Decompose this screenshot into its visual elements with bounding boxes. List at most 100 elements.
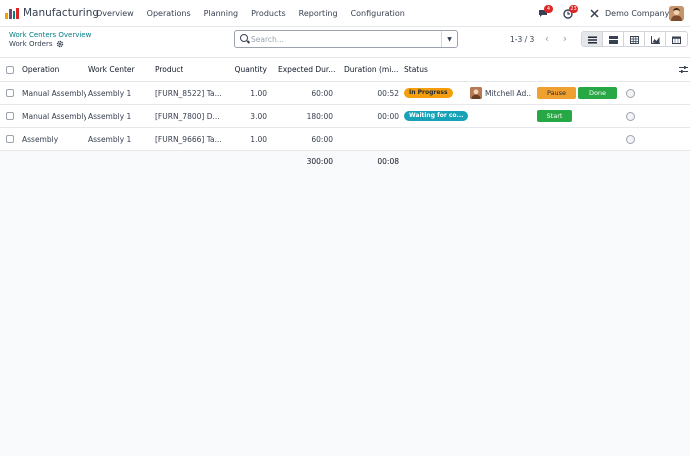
pivot-icon: [629, 35, 639, 44]
kanban-icon: [608, 35, 618, 44]
cell-quantity: 1.00: [250, 134, 267, 144]
menu-item-products[interactable]: Products: [251, 9, 286, 18]
list-icon: [587, 36, 597, 43]
cell-status: In Progress: [404, 82, 453, 104]
status-badge: In Progress: [404, 88, 453, 98]
view-pivot-button[interactable]: [624, 32, 645, 46]
menu-item-overview[interactable]: Overview: [96, 9, 134, 18]
chevron-right-icon: ›: [562, 32, 568, 45]
status-badge: Waiting for co...: [404, 111, 469, 121]
total-expected-duration: 300:00: [306, 156, 333, 166]
cell-duration: [344, 128, 399, 150]
activities-badge: 23: [569, 4, 578, 13]
messages-badge: 4: [544, 5, 553, 13]
row-checkbox[interactable]: [6, 105, 14, 127]
search-options-toggle[interactable]: ▼: [441, 31, 457, 47]
caret-down-icon: ▼: [447, 35, 452, 43]
pager-value[interactable]: 1-3 / 3: [510, 35, 534, 44]
column-header-duration[interactable]: Duration (mi...: [344, 58, 400, 81]
start-button[interactable]: Start: [537, 110, 572, 122]
cell-product: [FURN_9666] Ta...: [155, 134, 222, 144]
column-header-expected-duration[interactable]: Expected Dur...: [278, 58, 338, 81]
cell-product: [FURN_8522] Ta...: [155, 88, 222, 98]
cell-duration: 00:52: [377, 88, 399, 98]
switch-company-button[interactable]: [590, 0, 599, 27]
table-row[interactable]: Assembly Assembly 1 [FURN_9666] Ta... 1.…: [0, 128, 690, 151]
column-header-operation[interactable]: Operation: [22, 58, 59, 81]
total-duration: 00:08: [377, 156, 399, 166]
cell-operation: Assembly: [22, 134, 59, 144]
menu-item-reporting[interactable]: Reporting: [299, 9, 338, 18]
pager-previous[interactable]: ‹: [540, 32, 554, 46]
cell-expected-duration: 60:00: [311, 134, 333, 144]
column-header-quantity[interactable]: Quantity: [226, 58, 267, 81]
row-checkbox[interactable]: [6, 128, 14, 150]
chevron-left-icon: ‹: [544, 32, 550, 45]
view-kanban-button[interactable]: [603, 32, 624, 46]
gear-icon[interactable]: [56, 40, 64, 48]
cell-worker: Mitchell Ad...: [470, 82, 532, 104]
cell-work-center: Assembly 1: [88, 88, 132, 98]
cell-status: Waiting for co...: [404, 105, 469, 127]
work-orders-table: Operation Work Center Product Quantity E…: [0, 58, 690, 171]
search-input[interactable]: [251, 33, 431, 45]
priority-toggle[interactable]: [626, 88, 635, 98]
cell-done-action: Done: [578, 82, 617, 104]
table-totals-row: 300:00 00:08: [0, 151, 690, 171]
cell-work-center: Assembly 1: [88, 134, 132, 144]
tools-icon: [590, 9, 599, 18]
cell-operation: Manual Assembly: [22, 88, 86, 98]
cell-expected-duration: 60:00: [311, 88, 333, 98]
worker-name: Mitchell Ad...: [485, 88, 532, 98]
column-header-work-center[interactable]: Work Center: [88, 58, 135, 81]
view-calendar-button[interactable]: [666, 32, 687, 46]
column-header-status[interactable]: Status: [404, 58, 428, 81]
view-switcher: [581, 31, 688, 47]
column-header-product[interactable]: Product: [155, 58, 183, 81]
calendar-icon: [672, 36, 681, 44]
cell-quantity: 1.00: [250, 88, 267, 98]
search-bar: ▼: [234, 30, 458, 48]
optional-columns-toggle[interactable]: [679, 58, 688, 81]
app-name[interactable]: Manufacturing: [23, 7, 99, 19]
view-list-button[interactable]: [582, 32, 603, 46]
sliders-icon: [679, 66, 688, 73]
control-panel: Work Centers Overview Work Orders ▼ 1-3 …: [0, 27, 690, 58]
menu-item-operations[interactable]: Operations: [147, 9, 191, 18]
priority-toggle[interactable]: [626, 111, 635, 121]
graph-icon: [650, 35, 660, 44]
company-name[interactable]: Demo Company: [605, 9, 669, 18]
cell-priority: [626, 105, 635, 127]
row-checkbox[interactable]: [6, 82, 14, 104]
messages-button[interactable]: 4: [538, 0, 553, 27]
cell-priority: [626, 82, 635, 104]
cell-start-action: Start: [537, 105, 572, 127]
cell-product: [FURN_7800] D...: [155, 111, 220, 121]
done-button[interactable]: Done: [578, 87, 617, 99]
cell-expected-duration: 180:00: [306, 111, 333, 121]
worker-avatar: [470, 87, 482, 99]
cell-priority: [626, 128, 635, 150]
cell-work-center: Assembly 1: [88, 111, 132, 121]
cell-duration: 00:00: [377, 111, 399, 121]
priority-toggle[interactable]: [626, 134, 635, 144]
manufacturing-app-icon[interactable]: [5, 8, 19, 19]
cell-operation: Manual Assembly: [22, 111, 86, 121]
menu-item-planning[interactable]: Planning: [204, 9, 238, 18]
pause-button[interactable]: Pause: [537, 87, 576, 99]
search-icon: [240, 34, 248, 42]
top-navbar: Manufacturing Overview Operations Planni…: [0, 0, 690, 27]
user-avatar[interactable]: [669, 6, 684, 21]
select-all-checkbox[interactable]: [6, 58, 14, 81]
menu-item-configuration[interactable]: Configuration: [351, 9, 405, 18]
breadcrumb-parent[interactable]: Work Centers Overview: [9, 31, 91, 39]
table-row[interactable]: Manual Assembly Assembly 1 [FURN_8522] T…: [0, 82, 690, 105]
view-graph-button[interactable]: [645, 32, 666, 46]
table-header-row: Operation Work Center Product Quantity E…: [0, 58, 690, 82]
main-menu: Overview Operations Planning Products Re…: [96, 9, 418, 18]
cell-pause-action: Pause: [537, 82, 576, 104]
pager-next[interactable]: ›: [558, 32, 572, 46]
cell-quantity: 3.00: [250, 111, 267, 121]
activities-button[interactable]: 23: [563, 0, 578, 27]
table-row[interactable]: Manual Assembly Assembly 1 [FURN_7800] D…: [0, 105, 690, 128]
